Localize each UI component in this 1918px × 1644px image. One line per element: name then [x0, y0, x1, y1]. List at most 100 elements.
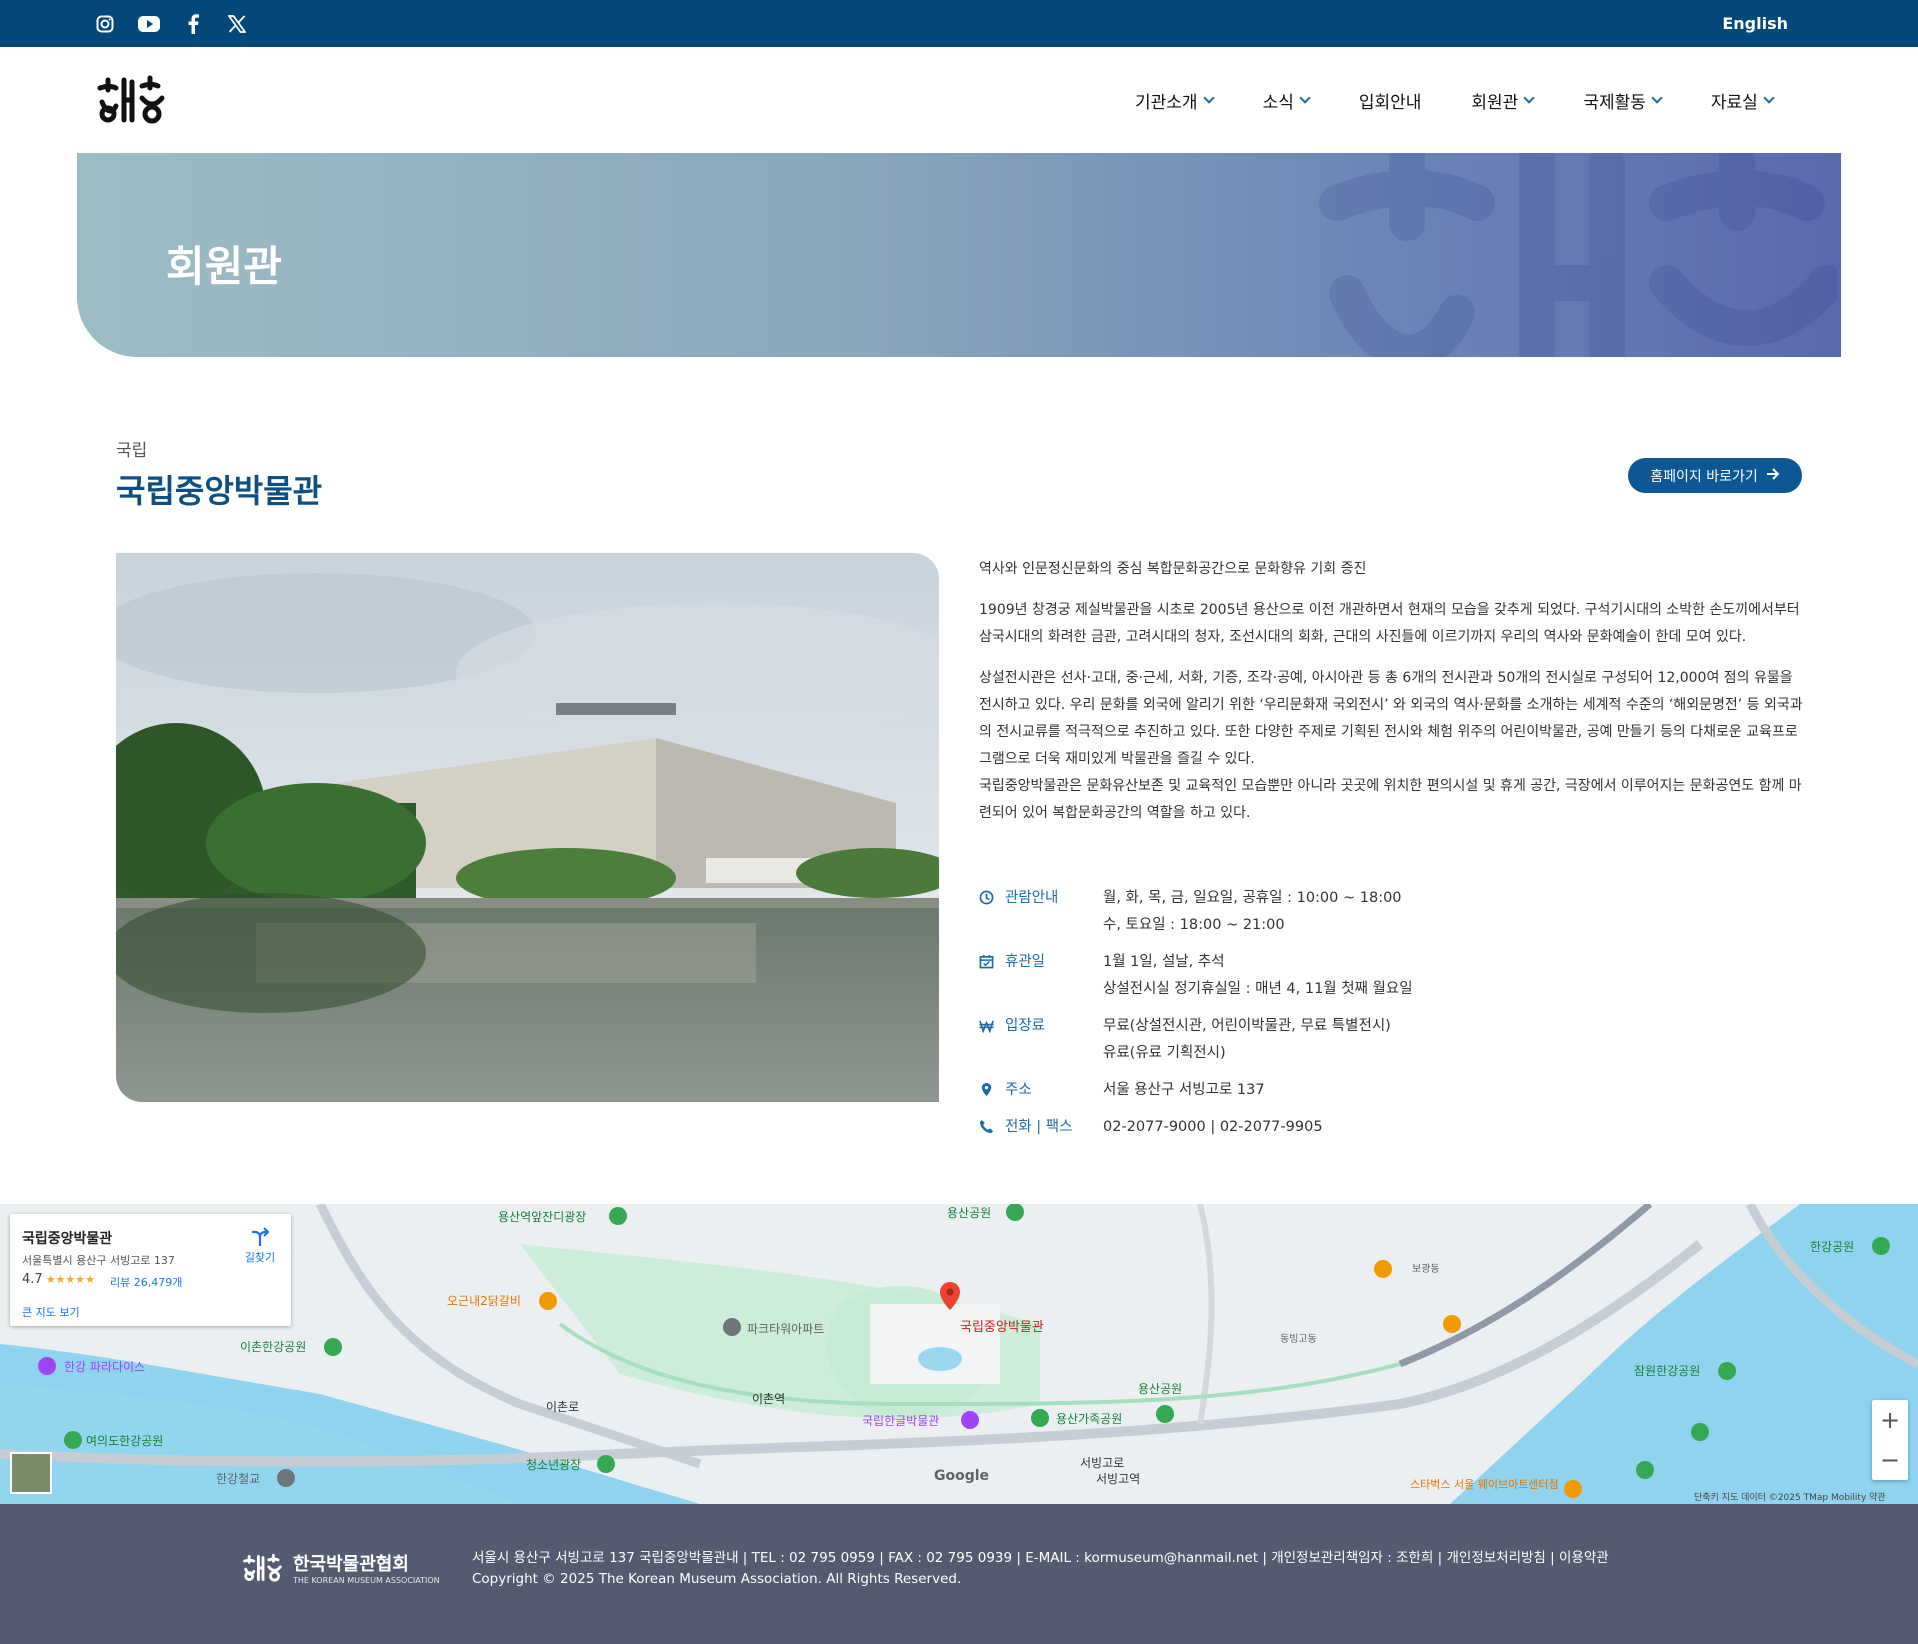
chevron-down-icon — [1202, 92, 1215, 104]
nav-label: 회원관 — [1471, 93, 1519, 113]
place-rating: 4.7 ★★★★★ — [22, 1272, 95, 1287]
footer-contact: 서울시 용산구 서빙고로 137 국립중앙박물관내 | TEL : 02 795… — [472, 1550, 1609, 1566]
map-label: 용산역앞잔디광장 — [498, 1210, 587, 1224]
map-place-card: 국립중앙박물관 서울특별시 용산구 서빙고로 137 4.7 ★★★★★ 리뷰 2… — [10, 1214, 291, 1326]
nav-label: 기관소개 — [1135, 93, 1198, 113]
description-history: 1909년 창경궁 제실박물관을 시초로 2005년 용산으로 이전 개관하면서… — [979, 602, 1800, 645]
footer-org-name: 한국박물관협회 — [293, 1554, 409, 1575]
place-address: 서울특별시 용산구 서빙고로 137 — [22, 1254, 175, 1267]
map-label: 청소년광장 — [526, 1458, 582, 1472]
info-label: 휴관일 — [1005, 954, 1046, 970]
map-label: 한강 파라다이스 — [64, 1360, 146, 1374]
nav-item-archive[interactable]: 자료실 — [1710, 88, 1775, 113]
museum-info: 관람안내 월, 화, 목, 금, 일요일, 공휴일 : 10:00 ~ 18:0… — [979, 885, 1805, 1151]
info-value: 상설전시실 정기휴실일 : 매년 4, 11월 첫째 월요일 — [1103, 981, 1413, 997]
english-link[interactable]: English — [1722, 14, 1788, 33]
directions-button[interactable]: 길찾기 — [238, 1226, 282, 1265]
chevron-down-icon — [1299, 92, 1311, 104]
museum-photo — [116, 553, 939, 1102]
info-row-hours: 관람안내 월, 화, 목, 금, 일요일, 공휴일 : 10:00 ~ 18:0… — [979, 885, 1805, 939]
larger-map-link[interactable]: 큰 지도 보기 — [22, 1304, 80, 1320]
nav-label: 자료실 — [1710, 93, 1758, 113]
map-label: 이촌로 — [546, 1400, 580, 1414]
map-label: 국립한글박물관 — [862, 1414, 940, 1428]
map-label: 동빙고동 — [1280, 1334, 1317, 1345]
info-label: 전화 | 팩스 — [1005, 1119, 1073, 1135]
info-value: 02-2077-9000 | 02-2077-9905 — [1103, 1119, 1323, 1135]
map-label: 한강철교 — [216, 1472, 261, 1486]
main-nav: 기관소개 소식 입회안내 회원관 국제활동 자료실 — [1135, 88, 1775, 113]
nav-item-membership[interactable]: 입회안내 — [1359, 88, 1422, 113]
nav-label: 소식 — [1262, 93, 1294, 113]
map-label: 보광동 — [1412, 1264, 1440, 1275]
directions-icon — [238, 1226, 282, 1249]
nav-item-members[interactable]: 회원관 — [1471, 88, 1535, 113]
chevron-down-icon — [1651, 92, 1663, 104]
rating-value: 4.7 — [22, 1272, 43, 1287]
footer-info: 서울시 용산구 서빙고로 137 국립중앙박물관내 | TEL : 02 795… — [472, 1548, 1609, 1590]
footer-logo: 한국박물관협회 THE KOREAN MUSEUM ASSOCIATION — [239, 1550, 440, 1585]
google-logo: Google — [934, 1468, 990, 1484]
map-zoom-control: + − — [1872, 1400, 1908, 1480]
map-label: 서빙고로 — [1080, 1456, 1125, 1470]
map-attribution[interactable]: 단축키 지도 데이터 ©2025 TMap Mobility 약관 — [1694, 1490, 1886, 1503]
info-value: 서울 용산구 서빙고로 137 — [1103, 1082, 1265, 1098]
reviews-link[interactable]: 리뷰 26,479개 — [110, 1274, 182, 1290]
description-intro: 역사와 인문정신문화의 중심 복합문화공간으로 문화향유 기회 증진 — [979, 561, 1367, 577]
hero-banner: 회원관 — [77, 153, 1841, 357]
nav-item-international[interactable]: 국제활동 — [1583, 88, 1663, 113]
social-links — [94, 13, 248, 35]
map-label: 용산가족공원 — [1056, 1412, 1123, 1426]
nav-label: 국제활동 — [1583, 93, 1646, 113]
logo-watermark — [1319, 153, 1837, 357]
info-label: 주소 — [1005, 1082, 1032, 1098]
instagram-icon[interactable] — [94, 13, 116, 35]
museum-name: 국립중앙박물관 — [116, 472, 323, 510]
footer-org-name-en: THE KOREAN MUSEUM ASSOCIATION — [293, 1576, 440, 1585]
map-label: 오근내2닭갈비 — [447, 1294, 521, 1308]
clock-icon — [979, 890, 995, 906]
info-value: 월, 화, 목, 금, 일요일, 공휴일 : 10:00 ~ 18:00 — [1103, 890, 1402, 906]
page-title: 회원관 — [166, 242, 282, 291]
map-pin-icon — [979, 1082, 995, 1098]
nav-item-about[interactable]: 기관소개 — [1135, 88, 1215, 113]
chevron-down-icon — [1763, 92, 1775, 104]
x-icon[interactable] — [226, 13, 248, 35]
zoom-in-button[interactable]: + — [1872, 1400, 1908, 1440]
info-row-fee: 입장료 무료(상설전시관, 어린이박물관, 무료 특별전시) 유료(유료 기획전시… — [979, 1013, 1805, 1067]
arrow-right-icon — [1766, 467, 1780, 484]
map-label: 서빙고역 — [1096, 1472, 1141, 1486]
info-row-phone: 전화 | 팩스 02-2077-9000 | 02-2077-9905 — [979, 1114, 1805, 1141]
place-name: 국립중앙박물관 — [22, 1231, 113, 1247]
map-label: 이촌한강공원 — [240, 1340, 307, 1354]
map-label: 용산공원 — [947, 1206, 992, 1220]
map-label: 스타벅스 서울 웨이브아트센터점 — [1410, 1478, 1559, 1491]
satellite-toggle[interactable] — [10, 1452, 52, 1494]
top-bar: English — [0, 0, 1918, 47]
info-value: 1월 1일, 설날, 추석 — [1103, 954, 1225, 970]
map-embed[interactable]: 용산역앞잔디광장 용산공원 오근내2닭갈비 파크타워아파트 이촌한강공원 한강 … — [0, 1204, 1918, 1504]
map-label: 한강공원 — [1810, 1240, 1855, 1254]
map-label: 이촌역 — [752, 1392, 786, 1406]
homepage-button[interactable]: 홈페이지 바로가기 — [1628, 458, 1802, 493]
info-value: 유료(유료 기획전시) — [1103, 1045, 1226, 1061]
calendar-check-icon — [979, 954, 995, 970]
map-label: 파크타워아파트 — [747, 1322, 825, 1336]
info-label: 관람안내 — [1005, 890, 1059, 906]
zoom-out-button[interactable]: − — [1872, 1440, 1908, 1480]
footer-copyright: Copyright © 2025 The Korean Museum Assoc… — [472, 1571, 962, 1587]
won-icon — [979, 1018, 995, 1034]
map-pin-label[interactable]: 국립중앙박물관 — [960, 1316, 1044, 1335]
association-logo-icon — [243, 1553, 282, 1582]
youtube-icon[interactable] — [138, 13, 160, 35]
directions-label: 길찾기 — [244, 1251, 276, 1264]
site-logo[interactable] — [94, 74, 170, 126]
footer: 한국박물관협회 THE KOREAN MUSEUM ASSOCIATION 서울… — [0, 1504, 1918, 1644]
description-facilities: 국립중앙박물관은 문화유산보존 및 교육적인 모습뿐만 아니라 곳곳에 위치한 … — [979, 778, 1802, 821]
info-row-address: 주소 서울 용산구 서빙고로 137 — [979, 1077, 1805, 1104]
facebook-icon[interactable] — [182, 13, 204, 35]
info-value: 수, 토요일 : 18:00 ~ 21:00 — [1103, 917, 1285, 933]
nav-item-news[interactable]: 소식 — [1262, 88, 1311, 113]
chevron-down-icon — [1523, 92, 1535, 104]
museum-category: 국립 — [116, 441, 148, 461]
